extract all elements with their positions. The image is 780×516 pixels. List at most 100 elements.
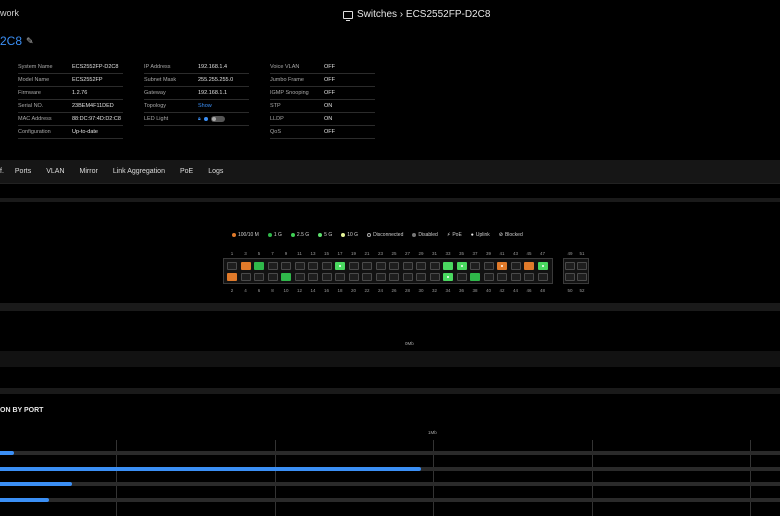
- port-number: 43: [512, 251, 518, 256]
- switch-port[interactable]: [456, 262, 467, 270]
- section-divider: [0, 388, 780, 394]
- legend-label: 2.5 G: [296, 232, 310, 238]
- switch-port[interactable]: [429, 262, 440, 270]
- tab-f[interactable]: f.: [0, 168, 4, 175]
- switch-port[interactable]: [308, 262, 318, 270]
- switch-port[interactable]: [375, 273, 386, 281]
- switch-port[interactable]: [254, 273, 264, 281]
- switch-port[interactable]: [227, 273, 237, 281]
- tab-ports[interactable]: Ports: [15, 168, 31, 175]
- port-number: 19: [350, 251, 356, 256]
- port-number: 23: [377, 251, 383, 256]
- switch-port[interactable]: [362, 262, 372, 270]
- poe-icon: [447, 276, 449, 278]
- switch-port[interactable]: [443, 273, 453, 281]
- switch-port[interactable]: [321, 273, 332, 281]
- legend-label: PoE: [452, 232, 462, 238]
- switch-port[interactable]: [267, 262, 278, 270]
- info-row: Topology Show: [144, 100, 249, 113]
- switch-port[interactable]: [281, 273, 291, 281]
- switch-port[interactable]: [565, 273, 575, 281]
- info-value: OFF: [324, 129, 335, 135]
- port-traffic-bar: [0, 482, 72, 486]
- switch-port[interactable]: [429, 273, 440, 281]
- legend-label: 1 G: [273, 232, 282, 238]
- switch-port[interactable]: [362, 273, 372, 281]
- port-traffic-title: ON BY PORT: [0, 407, 44, 414]
- switch-port[interactable]: [389, 262, 399, 270]
- tab-link-aggregation[interactable]: Link Aggregation: [113, 168, 165, 175]
- port-number: 46: [526, 288, 532, 293]
- breadcrumb-network[interactable]: work: [0, 8, 19, 18]
- switch-port[interactable]: [416, 262, 426, 270]
- switch-port[interactable]: [254, 262, 264, 270]
- switch-port[interactable]: [267, 273, 278, 281]
- device-info-column-2: IP Address 192.168.1.4 Subnet Mask 255.255.…: [144, 61, 249, 126]
- switch-port[interactable]: [308, 273, 318, 281]
- switch-port[interactable]: [565, 262, 575, 270]
- switch-port[interactable]: [443, 262, 453, 270]
- edit-icon[interactable]: ✎: [26, 36, 34, 47]
- switch-port[interactable]: [227, 262, 237, 270]
- switch-port[interactable]: [321, 262, 332, 270]
- switch-port[interactable]: [483, 273, 494, 281]
- switch-port[interactable]: [375, 262, 386, 270]
- switch-port[interactable]: [497, 262, 507, 270]
- switch-port[interactable]: [510, 262, 521, 270]
- port-number: 7: [271, 251, 274, 256]
- info-value: 🔒︎: [198, 116, 225, 122]
- switch-port[interactable]: [577, 262, 587, 270]
- info-row: IGMP Snooping OFF: [270, 87, 375, 100]
- info-row: MAC Address 88:DC:97:4D:D2:C8: [18, 113, 123, 126]
- port-number: 22: [364, 288, 370, 293]
- switch-port[interactable]: [524, 273, 534, 281]
- tab-logs[interactable]: Logs: [208, 168, 223, 175]
- info-row: QoS OFF: [270, 126, 375, 139]
- switch-port[interactable]: [240, 273, 251, 281]
- info-label: Serial NO.: [18, 103, 44, 109]
- info-label: LED Light: [144, 116, 169, 122]
- port-traffic-tick: 1Mb: [428, 430, 437, 435]
- info-row: Configuration Up-to-date: [18, 126, 123, 139]
- tab-mirror[interactable]: Mirror: [80, 168, 98, 175]
- info-label: IGMP Snooping: [270, 90, 309, 96]
- info-label: Subnet Mask: [144, 77, 177, 83]
- port-number: 44: [512, 288, 518, 293]
- switch-port[interactable]: [348, 273, 359, 281]
- topology-show-link[interactable]: Show: [198, 103, 212, 109]
- switch-port[interactable]: [402, 273, 413, 281]
- switch-port[interactable]: [470, 273, 480, 281]
- port-number: 2: [230, 288, 234, 293]
- info-value: 192.168.1.1: [198, 90, 228, 96]
- switch-port[interactable]: [497, 273, 507, 281]
- port-number: 20: [350, 288, 356, 293]
- switch-port[interactable]: [294, 262, 305, 270]
- switch-port[interactable]: [483, 262, 494, 270]
- info-value: OFF: [324, 64, 335, 70]
- switch-port[interactable]: [510, 273, 521, 281]
- switch-port[interactable]: [335, 273, 345, 281]
- switch-port[interactable]: [281, 262, 291, 270]
- legend-label: 10 G: [347, 232, 359, 238]
- switch-port[interactable]: [470, 262, 480, 270]
- port-number: 49: [567, 251, 573, 256]
- tab-vlan[interactable]: VLAN: [46, 168, 64, 175]
- switch-port[interactable]: [416, 273, 426, 281]
- switch-port[interactable]: [456, 273, 467, 281]
- switch-port[interactable]: [537, 273, 548, 281]
- switch-port[interactable]: [335, 262, 345, 270]
- port-number: 29: [418, 251, 424, 256]
- led-toggle[interactable]: [210, 116, 225, 122]
- info-label: Gateway: [144, 90, 166, 96]
- info-label: Voice VLAN: [270, 64, 300, 70]
- switch-port[interactable]: [294, 273, 305, 281]
- switch-port[interactable]: [402, 262, 413, 270]
- tab-poe[interactable]: PoE: [180, 168, 193, 175]
- switch-port[interactable]: [537, 262, 548, 270]
- switch-port[interactable]: [524, 262, 534, 270]
- switch-port[interactable]: [577, 273, 587, 281]
- switch-port[interactable]: [348, 262, 359, 270]
- port-number: 52: [579, 288, 585, 293]
- switch-port[interactable]: [389, 273, 399, 281]
- switch-port[interactable]: [240, 262, 251, 270]
